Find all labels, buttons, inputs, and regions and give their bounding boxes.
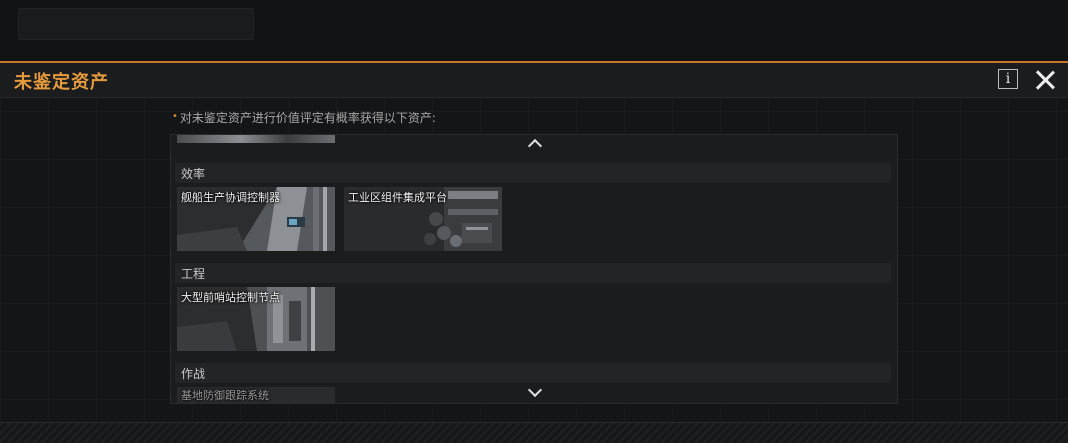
category-header: 工程: [175, 263, 891, 283]
asset-tile[interactable]: 基地防御跟踪系统: [177, 387, 335, 403]
modal-title: 未鉴定资产: [14, 72, 109, 93]
background-title: [18, 8, 254, 40]
asset-list[interactable]: 效率 舰船生产协调控制器 工业区组件集成平台 工程 大型前哨站控制节点 作战 基…: [170, 134, 898, 404]
asset-tile[interactable]: 工业区组件集成平台: [344, 187, 502, 251]
asset-name: 工业区组件集成平台: [348, 191, 447, 204]
scroll-up-icon[interactable]: [527, 137, 543, 149]
background-layer: [0, 0, 1068, 62]
asset-tile[interactable]: 大型前哨站控制节点: [177, 287, 335, 351]
close-icon[interactable]: [1034, 69, 1056, 91]
partial-tile-image: [177, 135, 335, 143]
category-label: 工程: [181, 267, 206, 281]
unidentified-assets-modal: 未鉴定资产 i • 对未鉴定资产进行价值评定有概率获得以下资产: 效率 舰船生产协…: [0, 61, 1068, 424]
asset-name: 基地防御跟踪系统: [181, 389, 269, 402]
modal-header: 未鉴定资产 i: [0, 63, 1068, 98]
asset-name: 舰船生产协调控制器: [181, 191, 280, 204]
category-label: 作战: [181, 367, 206, 381]
scroll-down-icon[interactable]: [527, 387, 543, 399]
category-header: 效率: [175, 163, 891, 183]
description-text: 对未鉴定资产进行价值评定有概率获得以下资产:: [179, 111, 436, 125]
category-label: 效率: [181, 167, 206, 181]
asset-name: 大型前哨站控制节点: [181, 291, 280, 304]
info-button[interactable]: i: [998, 69, 1018, 89]
bottom-decoration: [0, 422, 1068, 443]
description: • 对未鉴定资产进行价值评定有概率获得以下资产:: [172, 109, 436, 126]
bullet-icon: •: [172, 111, 178, 122]
asset-tile[interactable]: 舰船生产协调控制器: [177, 187, 335, 251]
category-header: 作战: [175, 363, 891, 383]
